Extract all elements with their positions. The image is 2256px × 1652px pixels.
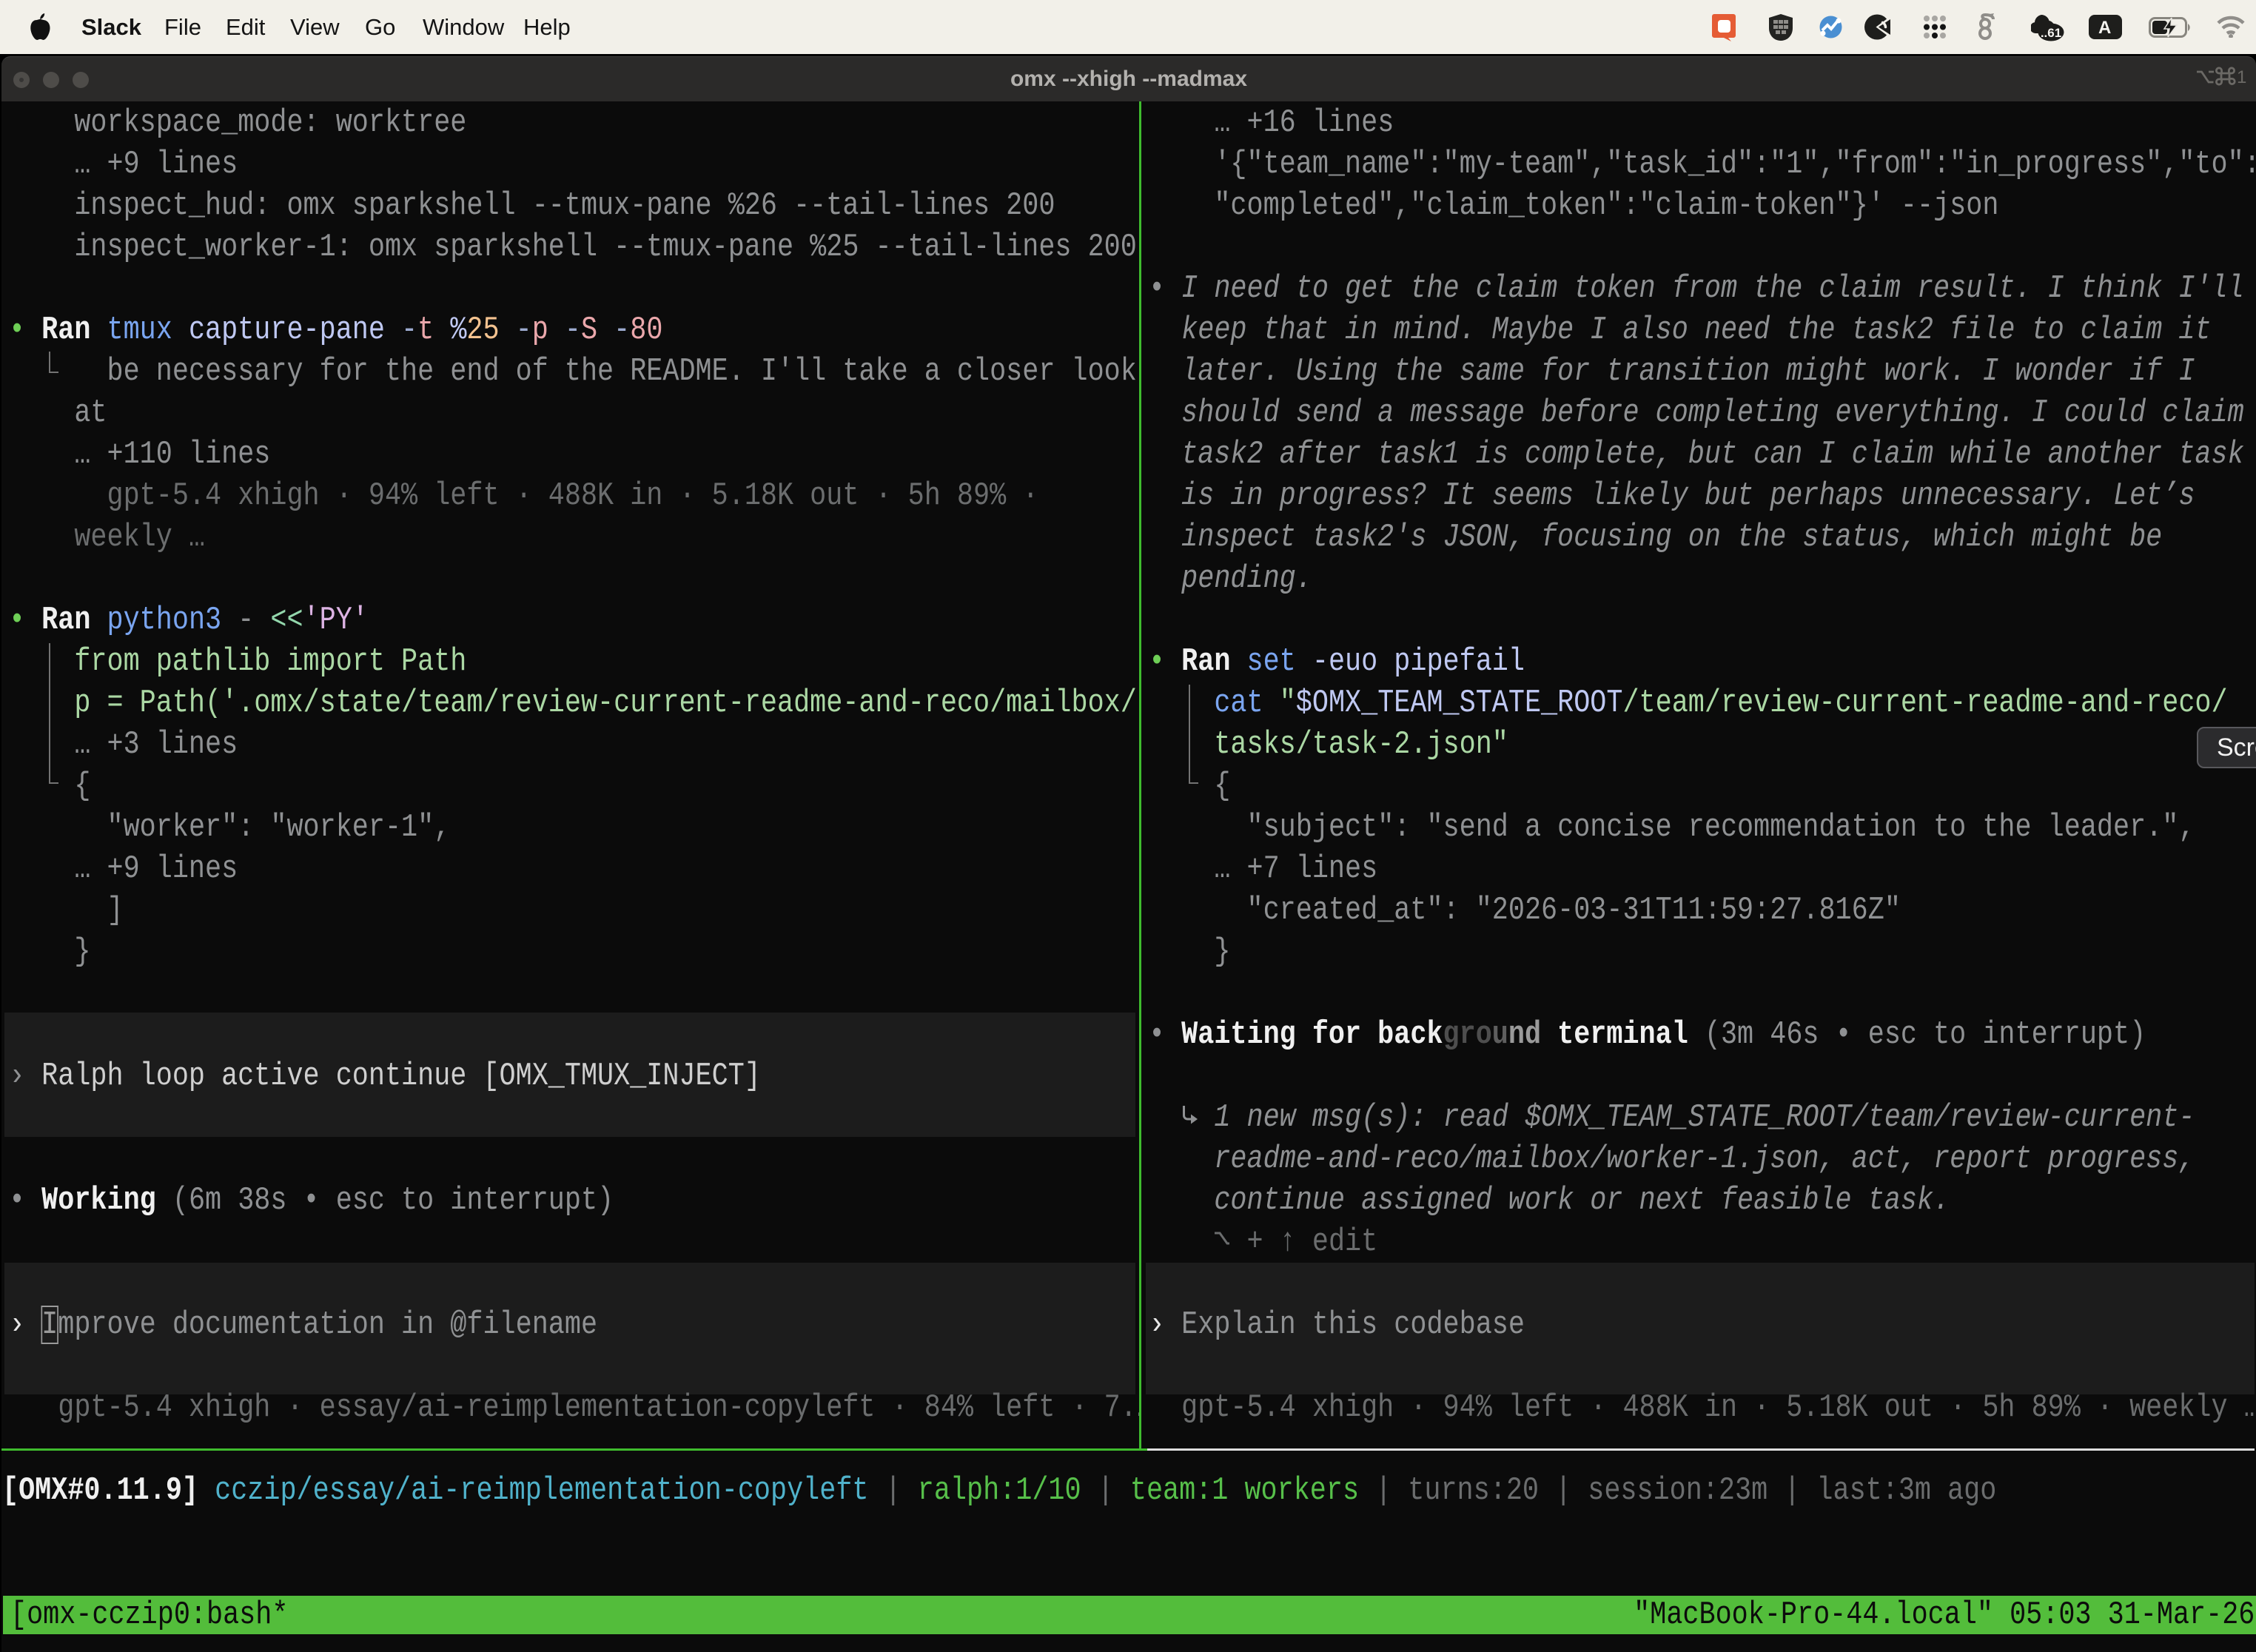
svg-text:A: A: [2098, 18, 2111, 38]
svg-text:1: 1: [2237, 67, 2246, 86]
svg-text:..61: ..61: [2041, 26, 2061, 40]
